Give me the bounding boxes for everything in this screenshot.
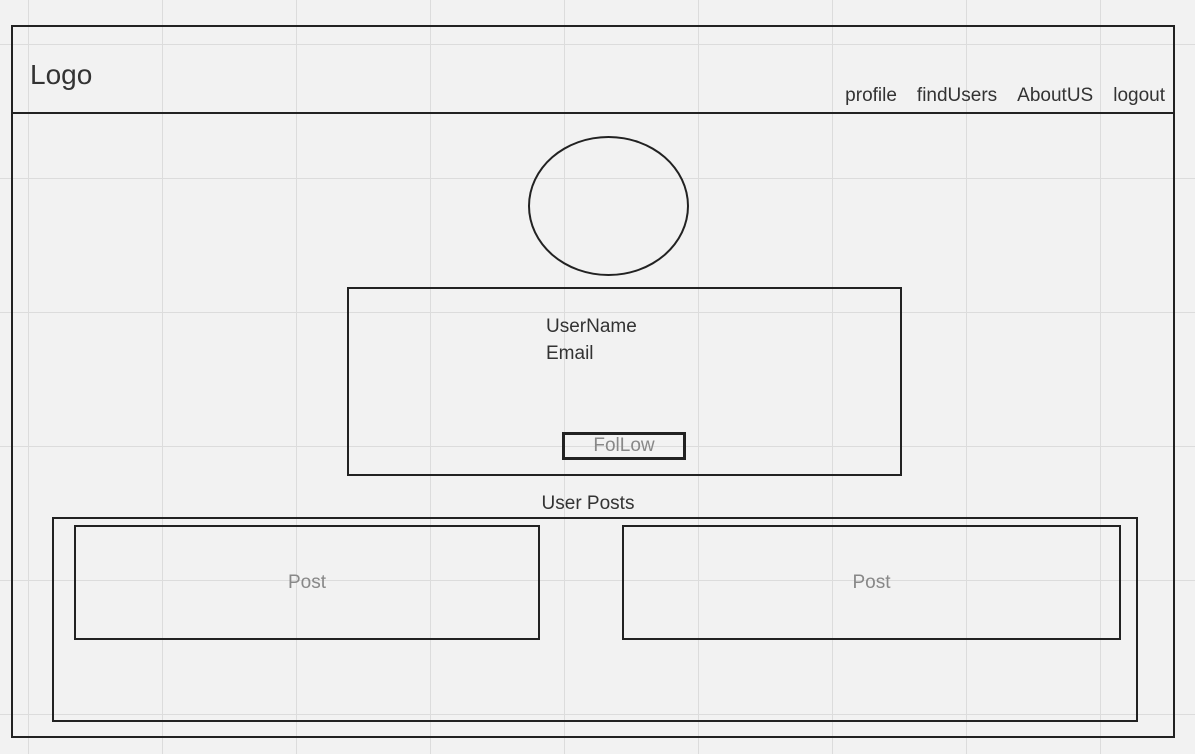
nav-link-find-users[interactable]: findUsers	[917, 84, 997, 108]
nav-link-profile[interactable]: profile	[845, 84, 897, 108]
profile-info-card: UserName Email FolLow	[347, 287, 902, 476]
logo: Logo	[30, 59, 93, 90]
profile-info: UserName Email	[546, 313, 637, 367]
nav-bar: profile findUsers AboutUS logout	[845, 84, 1165, 108]
app-frame: Logo profile findUsers AboutUS logout Us…	[11, 25, 1175, 738]
avatar	[528, 136, 689, 276]
post-card[interactable]: Post	[74, 525, 540, 640]
username-label: UserName	[546, 316, 637, 337]
email-label: Email	[546, 343, 594, 364]
posts-container: Post Post	[52, 517, 1138, 722]
post-card[interactable]: Post	[622, 525, 1121, 640]
post-label: Post	[287, 571, 327, 593]
post-label: Post	[852, 571, 891, 593]
nav-link-logout[interactable]: logout	[1113, 84, 1165, 108]
posts-section-title: User Posts	[541, 493, 635, 514]
nav-link-about-us[interactable]: AboutUS	[1017, 84, 1093, 108]
follow-button[interactable]: FolLow	[562, 432, 686, 460]
header: Logo profile findUsers AboutUS logout	[13, 27, 1173, 114]
